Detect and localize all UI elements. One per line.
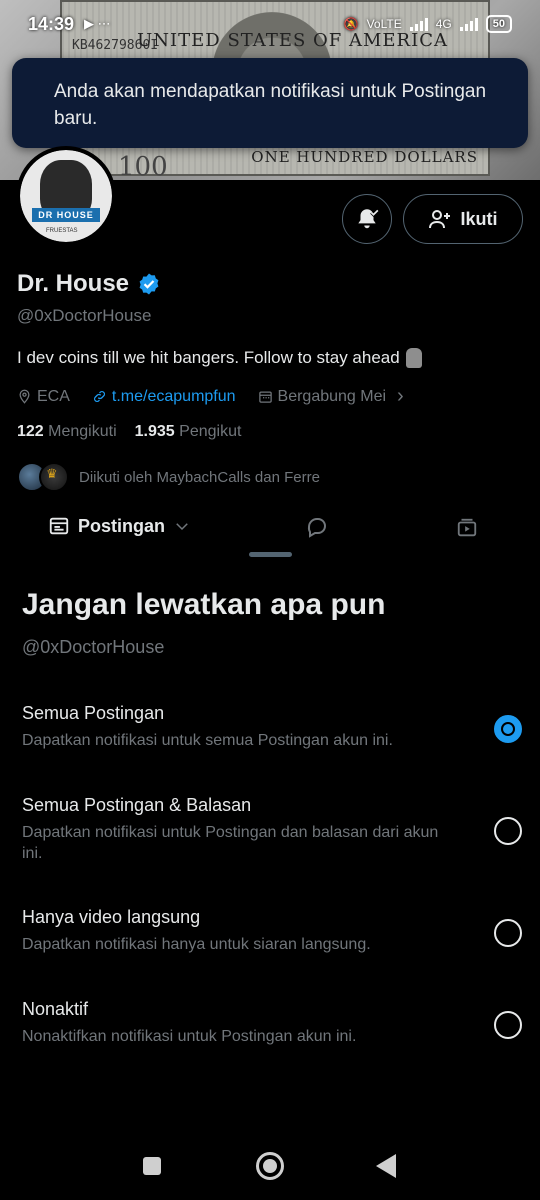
followers-you-know-avatars: ♛ — [17, 462, 69, 492]
moai-emoji-icon — [405, 348, 422, 368]
status-right-icons: 🔕 VoLTE 4G 50 — [344, 15, 512, 33]
profile-name: Dr. House — [17, 270, 130, 297]
following-count: 122 — [17, 423, 44, 440]
option-desc: Dapatkan notifikasi untuk Postingan dan … — [22, 824, 439, 862]
banner-number: 100 — [118, 152, 168, 180]
notification-settings-sheet: Jangan lewatkan apa pun @0xDoctorHouse S… — [0, 540, 540, 1200]
sheet-grabber[interactable] — [249, 552, 292, 557]
status-notification-icons: ▶ ⋯ — [84, 16, 111, 31]
radio-live-video-only[interactable] — [494, 919, 522, 947]
option-desc: Dapatkan notifikasi untuk semua Postinga… — [22, 732, 393, 749]
chevron-right-icon[interactable]: › — [397, 385, 404, 408]
radio-all-posts[interactable] — [494, 715, 522, 743]
bio-text: I dev coins till we hit bangers. Follow … — [17, 348, 400, 367]
home-button[interactable] — [256, 1152, 284, 1180]
avatar[interactable]: DR HOUSE FRUESTAS — [16, 146, 116, 246]
banner-denomination: ONE HUNDRED DOLLARS — [251, 148, 478, 166]
notification-toast[interactable]: Anda akan mendapatkan notifikasi untuk P… — [12, 58, 528, 148]
recent-apps-button[interactable] — [143, 1157, 161, 1175]
chevron-down-icon — [176, 523, 188, 531]
verified-badge-icon[interactable] — [137, 272, 161, 296]
posts-icon — [49, 517, 69, 535]
sheet-title: Jangan lewatkan apa pun — [22, 588, 386, 621]
reply-bubble-icon — [307, 518, 326, 538]
option-posts-and-replies[interactable]: Semua Postingan & Balasan Dapatkan notif… — [22, 795, 522, 864]
followers-stat[interactable]: 1.935 Pengikut — [135, 423, 242, 441]
option-all-posts[interactable]: Semua Postingan Dapatkan notifikasi untu… — [22, 703, 522, 751]
video-icon — [457, 518, 477, 537]
volte-badge: VoLTE — [366, 17, 402, 31]
profile-stats: 122 Mengikuti 1.935 Pengikut — [17, 423, 241, 441]
bell-check-icon — [358, 209, 379, 229]
profile-meta: ECA t.me/ecapumpfun Bergabung Mei › — [17, 385, 426, 408]
link-text: t.me/ecapumpfun — [111, 387, 236, 405]
followers-label: Pengikut — [179, 423, 242, 440]
signal-icon — [409, 17, 428, 31]
option-live-video-only[interactable]: Hanya video langsung Dapatkan notifikasi… — [22, 907, 522, 955]
option-desc: Nonaktifkan notifikasi untuk Postingan a… — [22, 1028, 357, 1045]
tab-posts-label: Postingan — [78, 515, 166, 536]
option-title: Hanya video langsung — [22, 907, 201, 927]
option-off[interactable]: Nonaktif Nonaktifkan notifikasi untuk Po… — [22, 999, 522, 1047]
location-item: ECA — [17, 388, 70, 406]
radio-off[interactable] — [494, 1011, 522, 1039]
location-pin-icon — [19, 389, 30, 404]
followers-count: 1.935 — [134, 423, 175, 440]
followed-by[interactable]: ♛ Diikuti oleh MaybachCalls dan Ferre — [17, 462, 320, 492]
followed-by-text: Diikuti oleh MaybachCalls dan Ferre — [79, 468, 320, 486]
calendar-icon — [258, 391, 272, 403]
follow-label: Ikuti — [460, 208, 498, 229]
profile-name-row: Dr. House — [17, 270, 161, 298]
joined-item: Bergabung Mei › — [258, 385, 404, 408]
location-text: ECA — [37, 387, 70, 405]
add-user-icon — [429, 210, 451, 229]
signal-icon-2 — [459, 17, 478, 31]
sheet-handle: @0xDoctorHouse — [22, 637, 165, 657]
following-stat[interactable]: 122 Mengikuti — [17, 423, 117, 441]
option-title: Semua Postingan — [22, 703, 165, 723]
profile-link[interactable]: t.me/ecapumpfun — [92, 388, 236, 406]
follow-button[interactable]: Ikuti — [403, 194, 523, 244]
option-desc: Dapatkan notifikasi hanya untuk siaran l… — [22, 936, 371, 953]
joined-text: Bergabung Mei — [277, 387, 387, 405]
following-label: Mengikuti — [48, 423, 117, 440]
avatar-sublabel: FRUESTAS — [46, 228, 78, 234]
mute-icon: 🔕 — [343, 17, 359, 31]
back-button[interactable] — [376, 1154, 396, 1178]
option-title: Semua Postingan & Balasan — [22, 795, 252, 815]
battery-icon: 50 — [485, 15, 512, 33]
profile-handle: @0xDoctorHouse — [17, 306, 152, 325]
avatar-label: DR HOUSE — [32, 208, 100, 222]
radio-posts-and-replies[interactable] — [494, 817, 522, 845]
link-icon — [93, 391, 105, 402]
tab-posts[interactable]: Postingan — [48, 515, 191, 537]
avatar-image: DR HOUSE FRUESTAS — [20, 150, 112, 242]
option-title: Nonaktif — [22, 999, 89, 1019]
notification-bell-button[interactable] — [342, 194, 392, 244]
system-nav-bar — [0, 1130, 540, 1200]
toast-message: Anda akan mendapatkan notifikasi untuk P… — [54, 81, 487, 129]
crown-icon: ♛ — [46, 466, 58, 481]
status-time: 14:39 — [28, 13, 75, 34]
network-type: 4G — [435, 17, 452, 31]
status-bar: 14:39 ▶ ⋯ 🔕 VoLTE 4G 50 — [0, 0, 540, 48]
profile-bio: I dev coins till we hit bangers. Follow … — [17, 348, 422, 368]
